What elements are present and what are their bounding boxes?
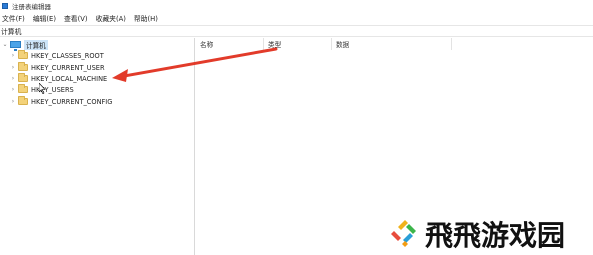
folder-icon bbox=[18, 62, 28, 71]
tree-item-label[interactable]: HKEY_USERS bbox=[31, 86, 74, 94]
chevron-right-icon[interactable]: › bbox=[10, 96, 16, 107]
window-title: 注册表编辑器 bbox=[12, 2, 51, 11]
regedit-app-icon bbox=[2, 2, 8, 9]
tree-item-hkey-current-user[interactable]: › HKEY_CURRENT_USER bbox=[10, 62, 105, 73]
svg-text:飛飛游戏园: 飛飛游戏园 bbox=[425, 219, 565, 251]
tree-item-label[interactable]: HKEY_LOCAL_MACHINE bbox=[31, 75, 107, 83]
menu-favorites[interactable]: 收藏夹(A) bbox=[96, 13, 126, 23]
folder-icon bbox=[18, 96, 28, 105]
site-watermark: 飛飛游戏园 bbox=[389, 217, 585, 251]
menu-help[interactable]: 帮助(H) bbox=[134, 13, 158, 23]
computer-icon bbox=[10, 41, 21, 51]
chevron-right-icon[interactable]: › bbox=[10, 50, 16, 61]
mouse-cursor-icon bbox=[39, 83, 46, 94]
column-header-name[interactable]: 名称 bbox=[196, 38, 264, 50]
column-header-type[interactable]: 类型 bbox=[264, 38, 332, 50]
tree-item-hkey-current-config[interactable]: › HKEY_CURRENT_CONFIG bbox=[10, 96, 112, 107]
chevron-right-icon[interactable]: › bbox=[10, 62, 16, 73]
title-bar: 注册表编辑器 bbox=[0, 0, 593, 11]
tree-item-label[interactable]: HKEY_CURRENT_CONFIG bbox=[31, 98, 112, 106]
menu-view[interactable]: 查看(V) bbox=[64, 13, 88, 23]
watermark-logo-icon bbox=[391, 220, 419, 248]
tree-root-label[interactable]: 计算机 bbox=[24, 39, 48, 50]
tree-root[interactable]: ⌄ 计算机 bbox=[2, 39, 48, 51]
tree-pane: ⌄ 计算机 › HKEY_CLASSES_ROOT › HKEY_CURRENT… bbox=[0, 38, 195, 255]
column-header-data[interactable]: 数据 bbox=[332, 38, 452, 50]
chevron-right-icon[interactable]: › bbox=[10, 73, 16, 84]
address-bar[interactable]: 计算机 bbox=[0, 25, 593, 37]
menu-bar: 文件(F) 编辑(E) 查看(V) 收藏夹(A) 帮助(H) bbox=[0, 12, 593, 24]
watermark-text-image: 飛飛游戏园 bbox=[425, 219, 565, 251]
address-path[interactable]: 计算机 bbox=[1, 26, 21, 36]
chevron-down-icon[interactable]: ⌄ bbox=[2, 39, 8, 50]
menu-file[interactable]: 文件(F) bbox=[2, 13, 25, 23]
tree-item-hkey-classes-root[interactable]: › HKEY_CLASSES_ROOT bbox=[10, 50, 104, 61]
folder-icon bbox=[18, 84, 28, 93]
tree-item-label[interactable]: HKEY_CLASSES_ROOT bbox=[31, 52, 104, 60]
menu-edit[interactable]: 编辑(E) bbox=[33, 13, 56, 23]
folder-icon bbox=[18, 50, 28, 59]
chevron-right-icon[interactable]: › bbox=[10, 84, 16, 95]
tree-item-hkey-local-machine[interactable]: › HKEY_LOCAL_MACHINE bbox=[10, 73, 107, 84]
folder-icon bbox=[18, 73, 28, 82]
tree-item-label[interactable]: HKEY_CURRENT_USER bbox=[31, 64, 105, 72]
